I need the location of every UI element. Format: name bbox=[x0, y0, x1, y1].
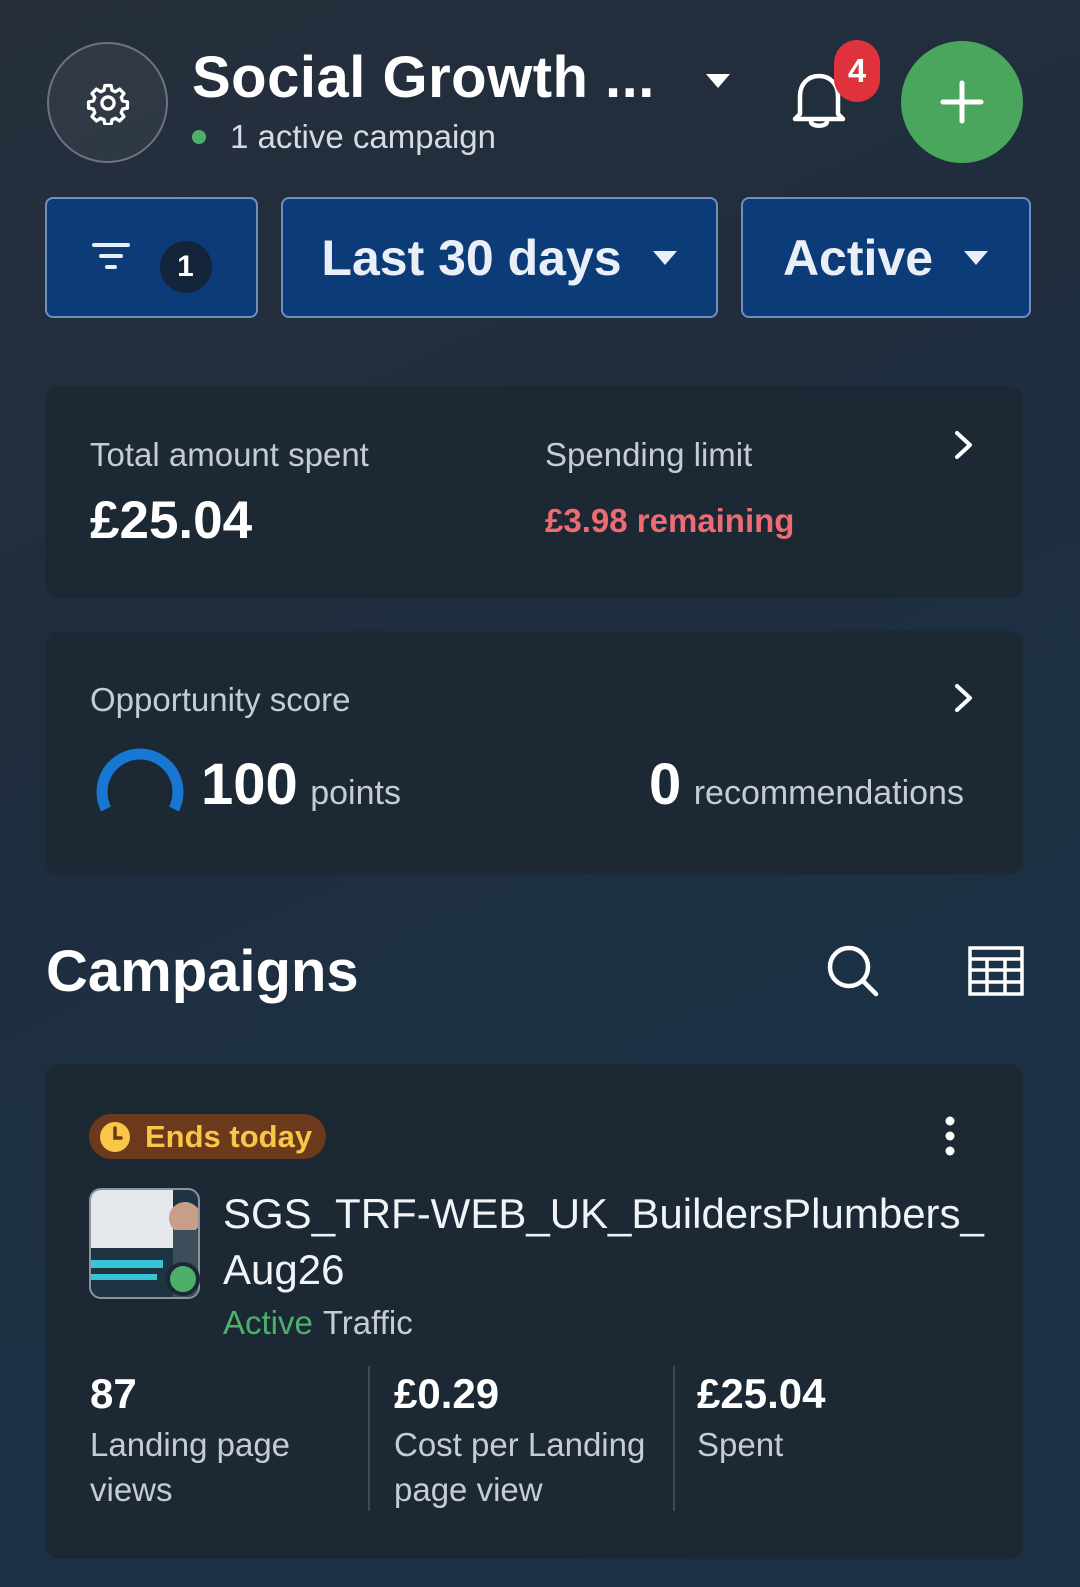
total-spent-value: £25.04 bbox=[90, 491, 253, 550]
active-campaign-count: 1 active campaign bbox=[230, 118, 496, 155]
score-unit: points bbox=[310, 774, 401, 812]
metric-label: Landing page views bbox=[90, 1426, 291, 1508]
campaigns-title: Campaigns bbox=[46, 939, 359, 1004]
more-options-icon[interactable] bbox=[943, 1116, 957, 1156]
spending-summary-card[interactable]: Total amount spent £25.04 Spending limit… bbox=[45, 386, 1023, 598]
recommendations: 0 recommendations bbox=[649, 751, 964, 818]
opportunity-score-card[interactable]: Opportunity score 100 points 0 recommend… bbox=[45, 631, 1023, 875]
header: Social Growth ... 1 active campaign 4 bbox=[0, 0, 1080, 180]
status-label: Active bbox=[782, 229, 934, 286]
active-status-dot bbox=[192, 130, 206, 144]
score-value: 100 bbox=[201, 752, 298, 817]
notification-badge[interactable]: 4 bbox=[834, 40, 880, 102]
metric-label: Spent bbox=[697, 1426, 784, 1463]
chevron-right-icon[interactable] bbox=[952, 683, 976, 713]
metric-value: £0.29 bbox=[394, 1370, 500, 1417]
status-dropdown[interactable]: Active bbox=[741, 197, 1031, 318]
score-gauge-icon bbox=[96, 748, 184, 812]
spending-limit-remaining: £3.98 remaining bbox=[545, 502, 795, 539]
metric-divider bbox=[673, 1366, 675, 1511]
chevron-down-icon[interactable] bbox=[705, 72, 731, 90]
metric-value: £25.04 bbox=[697, 1370, 826, 1417]
metric-landing-page-views: 87 Landing page views bbox=[90, 1370, 360, 1512]
create-campaign-button[interactable] bbox=[901, 41, 1023, 163]
plus-icon bbox=[940, 80, 984, 124]
metric-cost-per-view: £0.29 Cost per Landing page view bbox=[394, 1370, 664, 1512]
opportunity-score: 100 points bbox=[201, 751, 401, 818]
settings-button[interactable] bbox=[47, 42, 168, 163]
chevron-down-icon bbox=[964, 250, 989, 265]
ends-today-text: Ends today bbox=[145, 1118, 313, 1154]
recommendations-label: recommendations bbox=[693, 774, 964, 812]
search-icon[interactable] bbox=[825, 943, 881, 999]
filter-count-badge: 1 bbox=[159, 240, 212, 293]
campaign-objective: Traffic bbox=[322, 1304, 413, 1341]
chevron-right-icon[interactable] bbox=[952, 430, 976, 460]
table-view-icon[interactable] bbox=[968, 946, 1024, 996]
spending-limit-label: Spending limit bbox=[545, 436, 753, 473]
filter-icon bbox=[91, 242, 130, 269]
metric-value: 87 bbox=[90, 1370, 137, 1417]
ends-today-badge: Ends today bbox=[89, 1114, 327, 1159]
gear-icon bbox=[86, 83, 129, 125]
filter-button[interactable]: 1 bbox=[45, 197, 258, 318]
chevron-down-icon bbox=[652, 250, 677, 265]
active-status-dot bbox=[166, 1262, 200, 1296]
date-range-label: Last 30 days bbox=[321, 229, 622, 286]
account-status: 1 active campaign bbox=[192, 118, 496, 156]
campaign-status: Active bbox=[223, 1304, 313, 1341]
campaign-card[interactable]: Ends today SGS_TRF-WEB_UK_BuildersPlumbe… bbox=[45, 1064, 1023, 1559]
recommendations-count: 0 bbox=[649, 752, 682, 817]
metric-divider bbox=[368, 1366, 370, 1511]
account-name[interactable]: Social Growth ... bbox=[192, 44, 655, 111]
campaign-name[interactable]: SGS_TRF-WEB_UK_BuildersPlumbers_Aug26 bbox=[223, 1186, 993, 1298]
clock-icon bbox=[100, 1121, 130, 1152]
metric-label: Cost per Landing page view bbox=[394, 1426, 646, 1508]
campaign-meta: Active Traffic bbox=[223, 1304, 413, 1342]
date-range-dropdown[interactable]: Last 30 days bbox=[281, 197, 718, 318]
opportunity-score-label: Opportunity score bbox=[90, 681, 351, 718]
metric-spent: £25.04 Spent bbox=[697, 1370, 967, 1467]
total-spent-label: Total amount spent bbox=[90, 436, 369, 473]
